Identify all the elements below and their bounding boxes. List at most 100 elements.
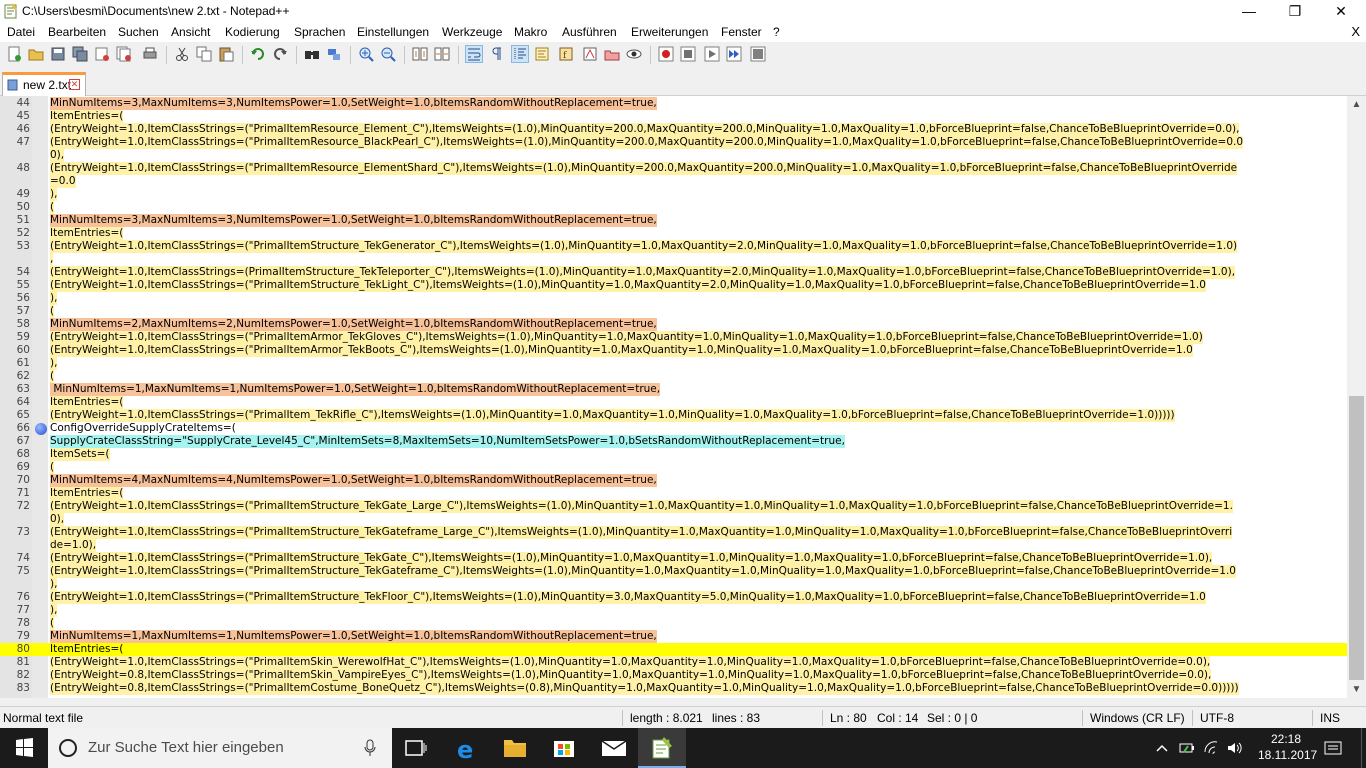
line-text[interactable]: (EntryWeight=1.0,ItemClassStrings=("Prim…: [50, 123, 1240, 136]
line-text[interactable]: (EntryWeight=1.0,ItemClassStrings=(Prima…: [50, 266, 1236, 279]
editor-line[interactable]: ,: [0, 253, 1347, 266]
editor-line[interactable]: 53 (EntryWeight=1.0,ItemClassStrings=("Pr…: [0, 240, 1347, 253]
line-text[interactable]: MinNumItems=2,MaxNumItems=2,NumItemsPowe…: [50, 318, 657, 331]
editor-line[interactable]: 81 (EntryWeight=1.0,ItemClassStrings=("Pr…: [0, 656, 1347, 669]
line-text[interactable]: =0.0: [50, 175, 76, 188]
indent-guide-icon[interactable]: [511, 45, 529, 63]
close-all-icon[interactable]: [116, 46, 132, 62]
line-text[interactable]: SupplyCrateClassString="SupplyCrate_Leve…: [50, 435, 845, 448]
file-explorer-icon[interactable]: [491, 728, 539, 768]
taskbar-notepadpp-active[interactable]: [638, 728, 686, 768]
line-text[interactable]: (EntryWeight=1.0,ItemClassStrings=("Prim…: [50, 240, 1238, 253]
line-text[interactable]: (EntryWeight=1.0,ItemClassStrings=("Prim…: [50, 279, 1206, 292]
taskbar-clock[interactable]: 22:18 18.11.2017: [1258, 731, 1317, 763]
windows-start-icon[interactable]: [0, 728, 48, 768]
scroll-thumb[interactable]: [1349, 396, 1364, 680]
line-text[interactable]: (EntryWeight=1.0,ItemClassStrings=("Prim…: [50, 162, 1238, 175]
taskbar-search-box[interactable]: Zur Suche Text hier eingeben: [48, 728, 392, 768]
scroll-down-arrow[interactable]: ▼: [1347, 681, 1366, 698]
store-icon[interactable]: [540, 728, 588, 768]
undo-icon[interactable]: [250, 46, 266, 62]
line-text[interactable]: (EntryWeight=1.0,ItemClassStrings=("Prim…: [50, 526, 1233, 539]
editor-line[interactable]: 58 MinNumItems=2,MaxNumItems=2,NumItemsPo…: [0, 318, 1347, 331]
scroll-up-arrow[interactable]: ▲: [1347, 96, 1366, 113]
editor-line[interactable]: 47 (EntryWeight=1.0,ItemClassStrings=("Pr…: [0, 136, 1347, 149]
line-text[interactable]: (EntryWeight=1.0,ItemClassStrings=("Prim…: [50, 331, 1203, 344]
record-macro-icon[interactable]: [658, 46, 674, 62]
editor-line[interactable]: 45 ItemEntries=(: [0, 110, 1347, 123]
save-macro-icon[interactable]: [750, 46, 766, 62]
print-icon[interactable]: [142, 46, 158, 62]
status-encoding[interactable]: UTF-8: [1200, 711, 1234, 725]
editor-line[interactable]: 76 (EntryWeight=1.0,ItemClassStrings=("Pr…: [0, 591, 1347, 604]
editor-line[interactable]: 71 ItemEntries=(: [0, 487, 1347, 500]
line-text[interactable]: 0),: [50, 149, 65, 162]
editor-line[interactable]: 50 (: [0, 201, 1347, 214]
action-center-icon[interactable]: [1322, 738, 1344, 758]
editor-line[interactable]: 48 (EntryWeight=1.0,ItemClassStrings=("Pr…: [0, 162, 1347, 175]
open-file-icon[interactable]: [28, 46, 44, 62]
line-text[interactable]: MinNumItems=3,MaxNumItems=3,NumItemsPowe…: [50, 97, 657, 110]
editor-line[interactable]: =0.0: [0, 175, 1347, 188]
show-hidden-icons-chevron-icon[interactable]: [1154, 738, 1170, 758]
editor-line[interactable]: 67 SupplyCrateClassString="SupplyCrate_Le…: [0, 435, 1347, 448]
editor-line[interactable]: 77),: [0, 604, 1347, 617]
show-desktop-button[interactable]: [1361, 728, 1366, 768]
folder-as-workspace-icon[interactable]: [604, 46, 620, 62]
line-text[interactable]: (EntryWeight=0.8,ItemClassStrings=("Prim…: [50, 682, 1239, 695]
editor-line[interactable]: 60 (EntryWeight=1.0,ItemClassStrings=("Pr…: [0, 344, 1347, 357]
line-text[interactable]: ,: [50, 253, 54, 266]
line-text[interactable]: ItemEntries=(: [50, 227, 124, 240]
mail-icon[interactable]: [590, 728, 638, 768]
line-text[interactable]: ),: [50, 292, 58, 305]
menu-datei[interactable]: Datei: [7, 25, 35, 39]
line-text[interactable]: (: [50, 305, 55, 318]
word-wrap-icon[interactable]: [465, 45, 483, 63]
editor-line[interactable]: 73 (EntryWeight=1.0,ItemClassStrings=("Pr…: [0, 526, 1347, 539]
save-all-icon[interactable]: [72, 46, 88, 62]
editor-line[interactable]: 55 (EntryWeight=1.0,ItemClassStrings=("Pr…: [0, 279, 1347, 292]
line-text[interactable]: (EntryWeight=1.0,ItemClassStrings=("Prim…: [50, 591, 1206, 604]
bookmark-icon[interactable]: [35, 423, 47, 435]
menu-ansicht[interactable]: Ansicht: [171, 25, 210, 39]
task-view-icon[interactable]: [392, 728, 440, 768]
microphone-icon[interactable]: [364, 739, 376, 757]
line-text[interactable]: (EntryWeight=1.0,ItemClassStrings=("Prim…: [50, 565, 1236, 578]
editor-line[interactable]: 51 MinNumItems=3,MaxNumItems=3,NumItemsPo…: [0, 214, 1347, 227]
editor-line[interactable]: 61),: [0, 357, 1347, 370]
line-text[interactable]: MinNumItems=1,MaxNumItems=1,NumItemsPowe…: [50, 630, 657, 643]
line-text[interactable]: ItemEntries=(: [50, 487, 124, 500]
menu-sprachen[interactable]: Sprachen: [294, 25, 345, 39]
new-file-icon[interactable]: [6, 46, 22, 62]
volume-icon[interactable]: [1226, 738, 1244, 758]
zoom-in-icon[interactable]: [358, 46, 374, 62]
wifi-icon[interactable]: [1202, 738, 1220, 758]
menu-help[interactable]: ?: [773, 25, 780, 39]
editor-line[interactable]: 79 MinNumItems=1,MaxNumItems=1,NumItemsPo…: [0, 630, 1347, 643]
menu-makro[interactable]: Makro: [514, 25, 547, 39]
editor-line[interactable]: 66 ConfigOverrideSupplyCrateItems=(: [0, 422, 1347, 435]
line-text[interactable]: (EntryWeight=1.0,ItemClassStrings=("Prim…: [50, 409, 1175, 422]
menu-einstellungen[interactable]: Einstellungen: [357, 25, 429, 39]
editor-line[interactable]: 65 (EntryWeight=1.0,ItemClassStrings=("Pr…: [0, 409, 1347, 422]
editor-line[interactable]: 82 (EntryWeight=0.8,ItemClassStrings=("Pr…: [0, 669, 1347, 682]
editor-line[interactable]: 78 (: [0, 617, 1347, 630]
monitor-icon[interactable]: [626, 46, 642, 62]
line-text[interactable]: (: [50, 461, 55, 474]
editor-line[interactable]: 80 ItemEntries=(: [0, 643, 1347, 656]
editor-line[interactable]: 63 MinNumItems=1,MaxNumItems=1,NumItemsP…: [0, 383, 1347, 396]
line-text[interactable]: (EntryWeight=1.0,ItemClassStrings=("Prim…: [50, 656, 1211, 669]
edge-browser-icon[interactable]: e: [442, 728, 490, 768]
line-text[interactable]: ItemSets=(: [50, 448, 110, 461]
editor-line[interactable]: 59 (EntryWeight=1.0,ItemClassStrings=("Pr…: [0, 331, 1347, 344]
paste-icon[interactable]: [218, 46, 234, 62]
restore-button[interactable]: ❐: [1272, 0, 1318, 22]
line-text[interactable]: (EntryWeight=1.0,ItemClassStrings=("Prim…: [50, 552, 1213, 565]
close-window-button[interactable]: ✕: [1318, 0, 1364, 22]
line-text[interactable]: (EntryWeight=1.0,ItemClassStrings=("Prim…: [50, 344, 1193, 357]
menu-erweiterungen[interactable]: Erweiterungen: [631, 25, 708, 39]
line-text[interactable]: 0),: [50, 513, 65, 526]
stop-macro-icon[interactable]: [680, 46, 696, 62]
line-text[interactable]: (: [50, 201, 55, 214]
battery-icon[interactable]: [1178, 738, 1196, 758]
